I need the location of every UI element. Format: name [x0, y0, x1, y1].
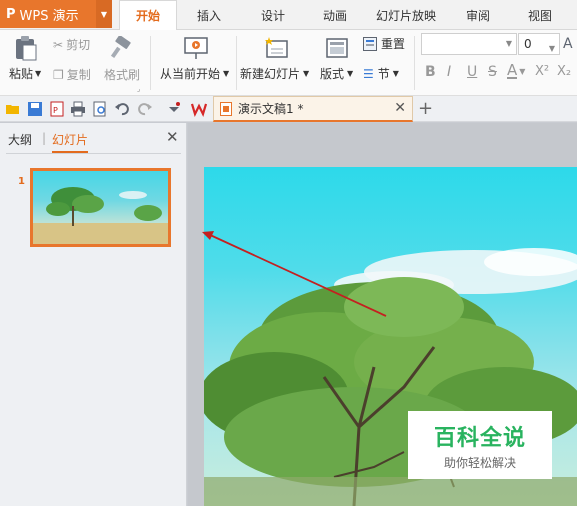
- watermark-title: 百科全说: [433, 425, 526, 451]
- watermark-subtitle: 助你轻松解决: [443, 455, 516, 470]
- watermark: 百科全说 助你轻松解决: [408, 411, 552, 479]
